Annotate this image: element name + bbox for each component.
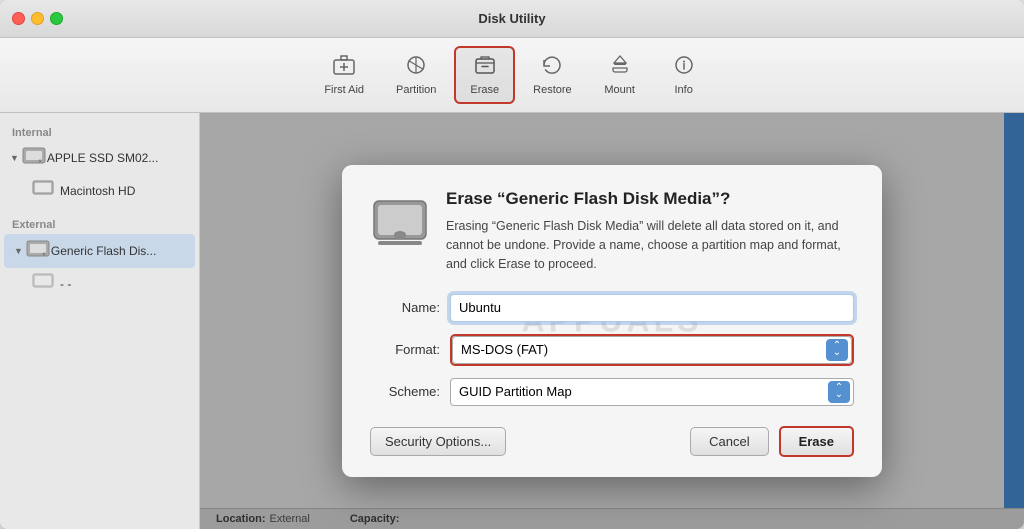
info-label: Info (675, 84, 693, 96)
apple-ssd-label: APPLE SSD SM02... (47, 151, 158, 165)
triangle-icon: ▼ (10, 153, 19, 163)
modal-text-content: Erase “Generic Flash Disk Media”? Erasin… (446, 189, 854, 273)
erase-icon (473, 54, 497, 82)
scheme-select-wrapper: GUID Partition Map Master Boot Record Ap… (450, 378, 854, 406)
main-area: Internal ▼ APPLE SSD SM02... (0, 113, 1024, 529)
mount-icon (608, 54, 632, 82)
partition-label: Partition (396, 84, 436, 96)
modal-title: Erase “Generic Flash Disk Media”? (446, 189, 854, 209)
sidebar-internal-header: Internal (0, 121, 199, 141)
sidebar-item-flash-sub[interactable]: - - (4, 269, 195, 298)
form-row-format: Format: MS-DOS (FAT) ExFAT Mac OS Extend… (370, 334, 854, 366)
modal-buttons: Security Options... Cancel Erase (370, 426, 854, 457)
scheme-select[interactable]: GUID Partition Map Master Boot Record Ap… (450, 378, 854, 406)
cancel-button[interactable]: Cancel (690, 427, 768, 456)
toolbar-restore-button[interactable]: Restore (519, 48, 586, 102)
erase-confirm-button[interactable]: Erase (779, 426, 854, 457)
macintosh-hd-label: Macintosh HD (60, 184, 135, 198)
maximize-button[interactable] (50, 12, 63, 25)
first-aid-label: First Aid (324, 84, 364, 96)
modal-header: Erase “Generic Flash Disk Media”? Erasin… (370, 189, 854, 273)
format-select[interactable]: MS-DOS (FAT) ExFAT Mac OS Extended (Jour… (452, 336, 852, 364)
first-aid-icon (332, 54, 356, 82)
flash-sub-label: - - (60, 277, 71, 291)
content-area: Erase “Generic Flash Disk Media”? Erasin… (200, 113, 1024, 529)
traffic-lights (12, 12, 63, 25)
macintosh-hd-icon (32, 179, 54, 202)
restore-label: Restore (533, 84, 572, 96)
name-label: Name: (370, 300, 450, 315)
minimize-button[interactable] (31, 12, 44, 25)
modal-description: Erasing “Generic Flash Disk Media” will … (446, 217, 854, 273)
modal-overlay: Erase “Generic Flash Disk Media”? Erasin… (200, 113, 1024, 529)
flash-sub-icon (32, 272, 54, 295)
format-select-wrapper: MS-DOS (FAT) ExFAT Mac OS Extended (Jour… (450, 334, 854, 366)
modal-form: Name: Format: MS-DOS (FAT) ExFAT Mac OS … (370, 294, 854, 457)
erase-label: Erase (470, 84, 499, 96)
name-input[interactable] (450, 294, 854, 322)
main-window: Disk Utility First Aid Partition (0, 0, 1024, 529)
toolbar-first-aid-button[interactable]: First Aid (310, 48, 378, 102)
toolbar-partition-button[interactable]: Partition (382, 48, 450, 102)
close-button[interactable] (12, 12, 25, 25)
sidebar: Internal ▼ APPLE SSD SM02... (0, 113, 200, 529)
erase-dialog: Erase “Generic Flash Disk Media”? Erasin… (342, 165, 882, 476)
sidebar-external-header: External (0, 213, 199, 233)
sidebar-item-flash-disk[interactable]: ▼ Generic Flash Dis... (4, 234, 195, 268)
form-row-scheme: Scheme: GUID Partition Map Master Boot R… (370, 378, 854, 406)
format-label: Format: (370, 342, 450, 357)
titlebar: Disk Utility (0, 0, 1024, 38)
form-row-name: Name: (370, 294, 854, 322)
flash-disk-label: Generic Flash Dis... (51, 244, 156, 258)
sidebar-item-apple-ssd[interactable]: ▼ APPLE SSD SM02... (0, 141, 199, 175)
modal-disk-icon (370, 193, 430, 260)
partition-icon (404, 54, 428, 82)
scheme-label: Scheme: (370, 384, 450, 399)
flash-disk-triangle-icon: ▼ (14, 246, 23, 256)
toolbar-info-button[interactable]: Info (654, 48, 714, 102)
security-options-button[interactable]: Security Options... (370, 427, 506, 456)
info-icon (672, 54, 696, 82)
toolbar-mount-button[interactable]: Mount (590, 48, 650, 102)
apple-ssd-disk-icon (21, 144, 47, 172)
toolbar: First Aid Partition Erase (0, 38, 1024, 113)
window-title: Disk Utility (478, 11, 545, 26)
flash-disk-icon (25, 237, 51, 265)
sidebar-item-macintosh-hd[interactable]: Macintosh HD (4, 176, 195, 205)
toolbar-erase-button[interactable]: Erase (454, 46, 515, 104)
mount-label: Mount (604, 84, 635, 96)
restore-icon (540, 54, 564, 82)
